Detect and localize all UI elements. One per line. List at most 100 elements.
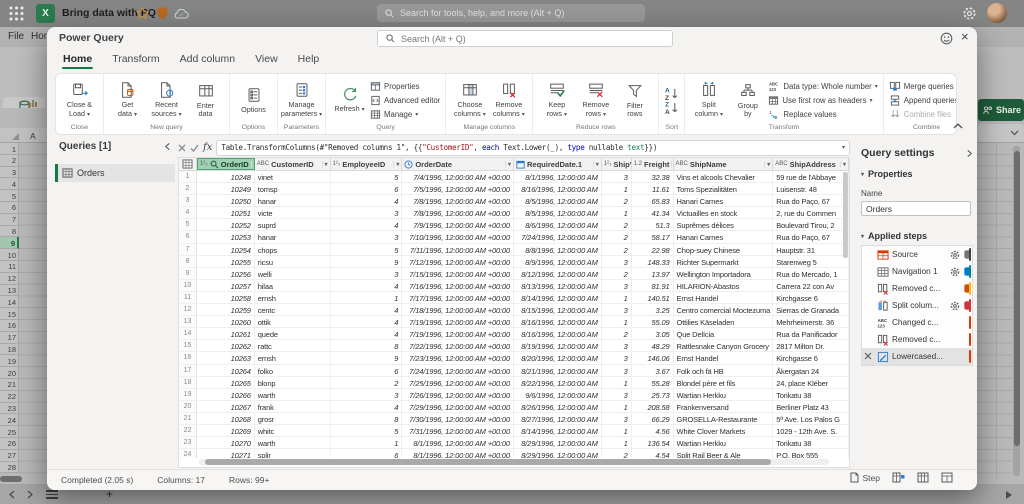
- grid-cell[interactable]: Blondel père et fils: [674, 377, 774, 388]
- grid-cell[interactable]: Centro comercial Moctezuma: [674, 304, 774, 315]
- ribbon-button-data-type-whole-number[interactable]: ABC123Data type: Whole number▾: [768, 80, 877, 93]
- grid-cell[interactable]: Torikatu 38: [773, 437, 849, 448]
- grid-cell[interactable]: 13.97: [632, 268, 674, 279]
- grid-cell[interactable]: 8/19/1996, 12:00:00 AM: [514, 340, 602, 351]
- tab-transform[interactable]: Transform: [102, 49, 169, 71]
- grid-cell[interactable]: 8/1/1996, 12:00:00 AM +00:00: [402, 437, 514, 448]
- grid-cell[interactable]: 3: [331, 207, 403, 218]
- grid-cell[interactable]: 2: [602, 328, 632, 339]
- column-header-requireddate-1[interactable]: RequiredDate.1▾: [514, 158, 602, 170]
- grid-cell[interactable]: Victuailles en stock: [674, 207, 774, 218]
- grid-cell[interactable]: 7/15/1996, 12:00:00 AM +00:00: [402, 268, 514, 279]
- grid-cell[interactable]: Chop-suey Chinese: [674, 244, 774, 255]
- grid-cell[interactable]: 4: [331, 304, 403, 315]
- grid-cell[interactable]: 7/30/1996, 12:00:00 AM +00:00: [402, 413, 514, 424]
- applied-step-changed-c[interactable]: ABC123Changed c...: [862, 314, 972, 331]
- grid-cell[interactable]: ricsu: [255, 256, 331, 267]
- applied-step-removed-c[interactable]: Removed c...: [862, 331, 972, 348]
- grid-cell[interactable]: 8/5/1996, 12:00:00 AM: [514, 195, 602, 206]
- grid-cell[interactable]: 7/17/1996, 12:00:00 AM +00:00: [402, 292, 514, 303]
- ribbon-button-append-queries[interactable]: Append queries▾: [889, 94, 957, 107]
- grid-cell[interactable]: 8/22/1996, 12:00:00 AM: [514, 377, 602, 388]
- grid-cell[interactable]: 2: [602, 449, 632, 458]
- ribbon-button-keep-rows[interactable]: Keeprows ▾: [538, 81, 575, 119]
- column-header-orderid[interactable]: 1²₃OrderID▾: [197, 158, 255, 170]
- grid-cell[interactable]: 10269: [197, 425, 255, 436]
- grid-cell[interactable]: warth: [255, 437, 331, 448]
- grid-horizontal-scrollbar[interactable]: [199, 459, 829, 465]
- close-icon[interactable]: ×: [961, 29, 969, 44]
- grid-cell[interactable]: 10265: [197, 377, 255, 388]
- tab-help[interactable]: Help: [288, 49, 330, 71]
- grid-cell[interactable]: 3: [602, 389, 632, 400]
- grid-cell[interactable]: 2817 Milton Dr.: [773, 340, 849, 351]
- grid-cell[interactable]: 10257: [197, 280, 255, 291]
- formula-input[interactable]: Table.TransformColumns(#"Removed columns…: [216, 140, 850, 156]
- grid-cell[interactable]: 3: [602, 352, 632, 363]
- grid-cell[interactable]: 8/16/1996, 12:00:00 AM: [514, 316, 602, 327]
- grid-cell[interactable]: 1: [602, 183, 632, 194]
- grid-cell[interactable]: 25.73: [632, 389, 674, 400]
- grid-cell[interactable]: 10268: [197, 413, 255, 424]
- column-filter-icon[interactable]: ▾: [393, 161, 399, 168]
- grid-cell[interactable]: 9: [331, 256, 403, 267]
- collapse-ribbon-icon[interactable]: [953, 123, 963, 129]
- grid-cell[interactable]: 66.29: [632, 413, 674, 424]
- grid-cell[interactable]: suprd: [255, 219, 331, 230]
- grid-cell[interactable]: Richter Supermarkt: [674, 256, 774, 267]
- grid-cell[interactable]: 1029 - 12th Ave. S.: [773, 425, 849, 436]
- grid-cell[interactable]: 7/11/1996, 12:00:00 AM +00:00: [402, 244, 514, 255]
- grid-vertical-scrollbar[interactable]: [843, 172, 848, 452]
- feedback-smiley-icon[interactable]: [940, 32, 953, 45]
- grid-cell[interactable]: 8/6/1996, 12:00:00 AM: [514, 219, 602, 230]
- grid-cell[interactable]: 10261: [197, 328, 255, 339]
- grid-cell[interactable]: 22.98: [632, 244, 674, 255]
- grid-cell[interactable]: 10264: [197, 365, 255, 376]
- ribbon-button-advanced-editor[interactable]: Advanced editor: [370, 94, 440, 107]
- grid-cell[interactable]: Vins et alcools Chevalier: [674, 171, 774, 182]
- column-profile-icon[interactable]: [892, 472, 905, 483]
- grid-cell[interactable]: Suprêmes délices: [674, 219, 774, 230]
- grid-cell[interactable]: 10248: [197, 171, 255, 182]
- grid-cell[interactable]: 10262: [197, 340, 255, 351]
- column-header-freight[interactable]: 1.2Freight▾: [632, 158, 674, 170]
- grid-cell[interactable]: 10267: [197, 401, 255, 412]
- grid-cell[interactable]: 136.54: [632, 437, 674, 448]
- grid-cell[interactable]: 7/22/1996, 12:00:00 AM +00:00: [402, 340, 514, 351]
- grid-cell[interactable]: 1: [602, 207, 632, 218]
- grid-cell[interactable]: 8/13/1996, 12:00:00 AM: [514, 280, 602, 291]
- tab-add-column[interactable]: Add column: [170, 49, 245, 71]
- grid-cell[interactable]: 5: [331, 171, 403, 182]
- grid-cell[interactable]: 9/6/1996, 12:00:00 AM: [514, 389, 602, 400]
- grid-cell[interactable]: Toms Spezialitäten: [674, 183, 774, 194]
- grid-cell[interactable]: Kirchgasse 6: [773, 352, 849, 363]
- grid-cell[interactable]: Åkergatan 24: [773, 365, 849, 376]
- grid-cell[interactable]: Ernst Handel: [674, 352, 774, 363]
- grid-cell[interactable]: 10260: [197, 316, 255, 327]
- ribbon-button-remove-columns[interactable]: Removecolumns ▾: [490, 81, 527, 119]
- grid-cell[interactable]: 140.51: [632, 292, 674, 303]
- column-filter-icon[interactable]: ▾: [322, 161, 328, 168]
- grid-cell[interactable]: 3.05: [632, 328, 674, 339]
- grid-cell[interactable]: 11.61: [632, 183, 674, 194]
- grid-cell[interactable]: 1: [602, 425, 632, 436]
- grid-cell[interactable]: Hanari Carnes: [674, 231, 774, 242]
- grid-cell[interactable]: 3: [602, 280, 632, 291]
- commit-formula-icon[interactable]: [190, 144, 199, 152]
- ribbon-button-manage-parameters[interactable]: Manageparameters ▾: [283, 81, 320, 119]
- grid-cell[interactable]: Kirchgasse 6: [773, 292, 849, 303]
- grid-cell[interactable]: Hanari Carnes: [674, 195, 774, 206]
- grid-cell[interactable]: ernsh: [255, 352, 331, 363]
- applied-steps-section-header[interactable]: ▾ Applied steps: [861, 231, 927, 241]
- grid-cell[interactable]: 10263: [197, 352, 255, 363]
- grid-cell[interactable]: 10250: [197, 195, 255, 206]
- grid-cell[interactable]: welli: [255, 268, 331, 279]
- grid-cell[interactable]: 3: [602, 256, 632, 267]
- grid-cell[interactable]: 2: [602, 268, 632, 279]
- grid-cell[interactable]: 4: [331, 280, 403, 291]
- grid-cell[interactable]: 41.34: [632, 207, 674, 218]
- grid-cell[interactable]: blonp: [255, 377, 331, 388]
- grid-cell[interactable]: tomsp: [255, 183, 331, 194]
- column-filter-icon[interactable]: ▾: [764, 161, 770, 168]
- grid-cell[interactable]: quede: [255, 328, 331, 339]
